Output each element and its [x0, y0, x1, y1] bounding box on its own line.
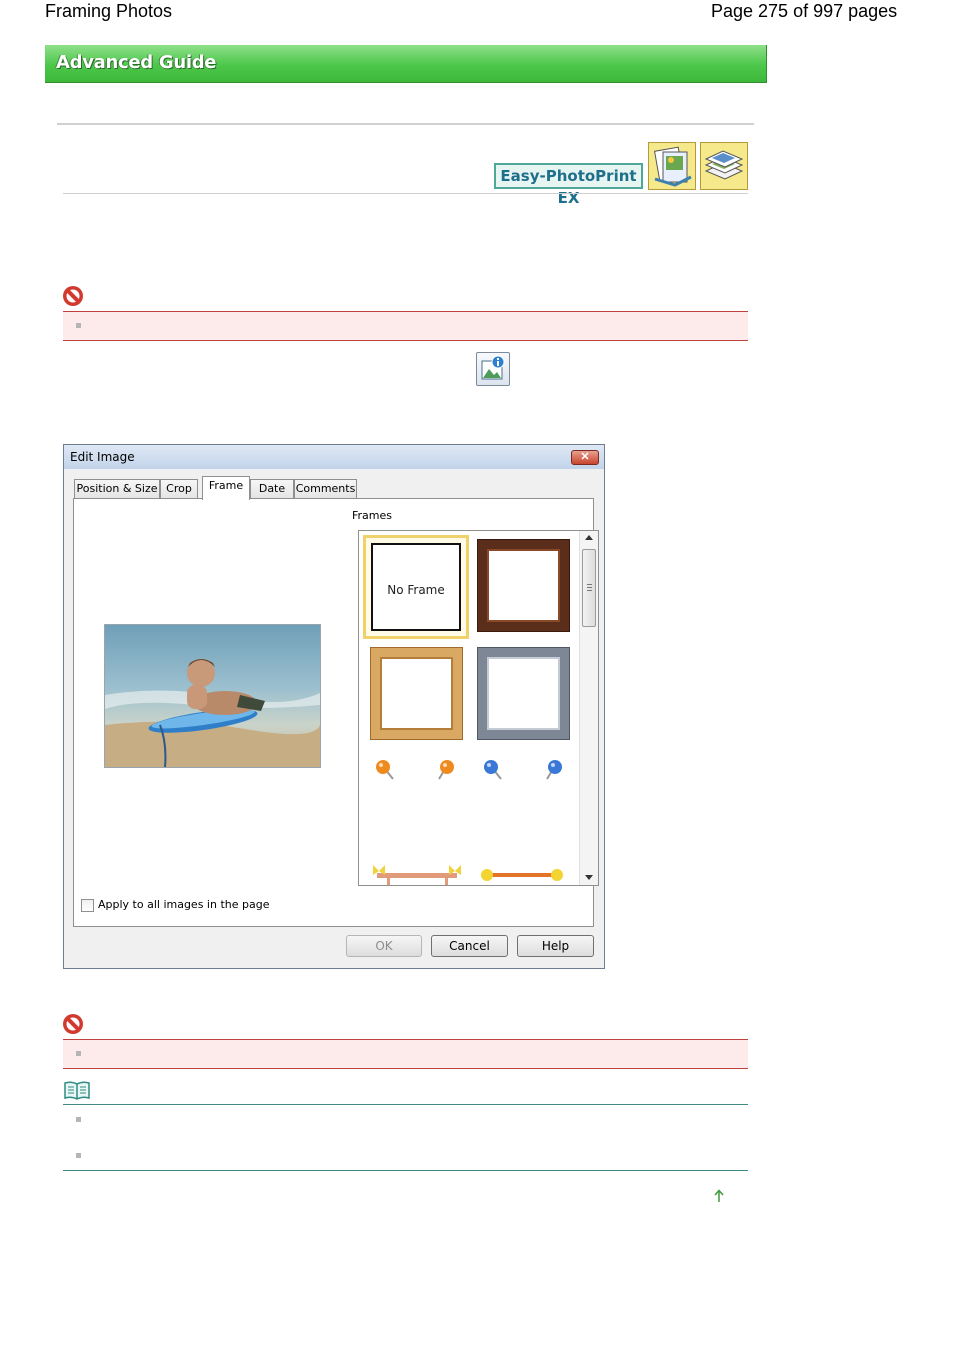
scroll-down-icon[interactable] — [585, 875, 593, 880]
close-icon[interactable]: ✕ — [571, 450, 599, 465]
note-top-rule — [63, 1104, 748, 1105]
ok-button[interactable]: OK — [346, 935, 422, 957]
apply-all-checkbox[interactable] — [81, 899, 94, 912]
note-bottom-rule — [63, 1170, 748, 1171]
tab-label: Position & Size — [76, 482, 158, 495]
document-title: Framing Photos — [45, 1, 173, 21]
scroll-thumb[interactable] — [582, 549, 596, 627]
bullet — [76, 1153, 81, 1158]
edit-image-icon — [476, 352, 510, 386]
dialog-title: Edit Image — [70, 450, 135, 464]
prohibited-icon — [62, 1013, 84, 1035]
frames-scrollbar[interactable] — [579, 531, 598, 885]
product-label: Easy-PhotoPrint EX — [494, 163, 643, 207]
scroll-up-icon[interactable] — [585, 535, 593, 540]
tab-comments[interactable]: Comments — [294, 479, 357, 499]
page-info: Page 275 of 997 pages — [711, 1, 898, 21]
important-bottom-rule — [63, 1068, 748, 1069]
tab-label: Frame — [208, 479, 244, 492]
apply-all-label[interactable]: Apply to all images in the page — [98, 898, 269, 911]
advanced-guide-banner: Advanced Guide — [45, 45, 767, 83]
tab-label: Comments — [295, 482, 356, 495]
tab-label: Crop — [166, 482, 192, 495]
bullet — [76, 1117, 81, 1122]
tab-crop[interactable]: Crop — [160, 479, 198, 499]
tab-frame[interactable]: Frame — [202, 476, 250, 500]
page-top-arrow-icon[interactable] — [713, 1189, 725, 1203]
frame-option-dark-wood[interactable] — [478, 540, 569, 631]
bullet — [76, 1051, 81, 1056]
tab-label: Date — [258, 482, 286, 495]
no-frame-box: No Frame — [371, 543, 461, 631]
divider — [63, 193, 748, 194]
important-box — [63, 1040, 748, 1068]
prohibited-icon — [62, 285, 84, 307]
frames-label: Frames — [352, 509, 393, 522]
frame-option-ribbons-row[interactable] — [369, 859, 579, 885]
no-frame-label: No Frame — [387, 583, 445, 597]
important-box — [63, 312, 748, 340]
album-icon — [648, 142, 696, 190]
banner-label: Advanced Guide — [56, 52, 217, 73]
help-button[interactable]: Help — [517, 935, 594, 957]
tab-date[interactable]: Date — [250, 479, 294, 499]
frame-tab-panel: Frames No Frame Apply to all images in t… — [73, 498, 599, 927]
frames-list[interactable]: No Frame — [358, 530, 599, 886]
frame-option-no-frame[interactable]: No Frame — [363, 535, 469, 639]
tab-position-size[interactable]: Position & Size — [74, 479, 160, 499]
important-bottom-rule — [63, 340, 748, 341]
photo-preview — [104, 624, 321, 768]
dialog-titlebar[interactable]: Edit Image — [64, 445, 604, 469]
note-book-icon — [63, 1080, 91, 1100]
cancel-button[interactable]: Cancel — [431, 935, 508, 957]
frame-option-silver[interactable] — [478, 648, 569, 739]
frame-option-light-wood[interactable] — [371, 648, 462, 739]
divider — [57, 123, 754, 125]
photo-print-icon — [700, 142, 748, 190]
edit-image-dialog: Edit Image ✕ Position & Size Crop Frame … — [63, 444, 605, 969]
bullet — [76, 323, 81, 328]
frame-option-pins-row[interactable] — [373, 757, 573, 787]
